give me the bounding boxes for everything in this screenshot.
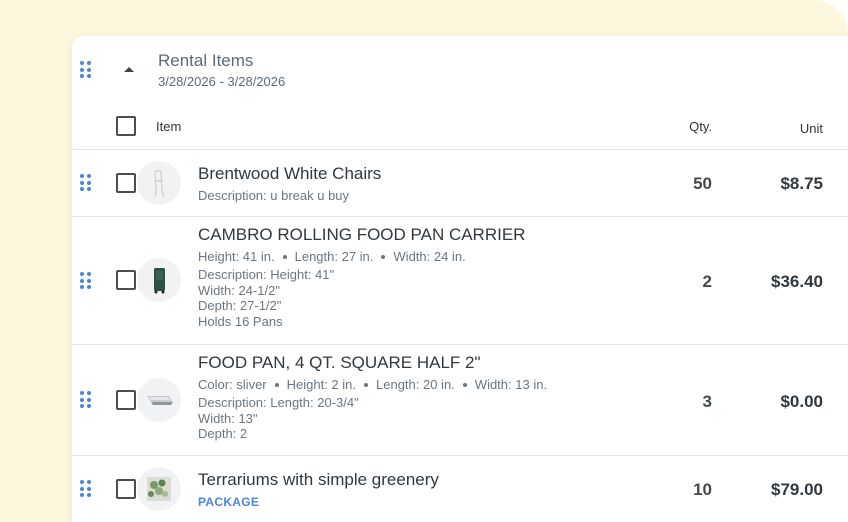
item-description: Description: Height: 41"	[198, 267, 335, 282]
item-qty: 2	[702, 272, 712, 291]
item-qty: 10	[693, 480, 712, 499]
item-dimensions: Color: sliver Height: 2 in. Length: 20 in.…	[198, 377, 547, 393]
food-pan-thumbnail	[137, 378, 181, 422]
item-description: Description: Length: 20-3/4"	[198, 395, 359, 410]
item-description-line: Depth: 2	[198, 426, 248, 441]
item-name[interactable]: FOOD PAN, 4 QT. SQUARE HALF 2"	[198, 353, 481, 373]
item-qty: 3	[702, 392, 712, 411]
column-header-item: Item	[156, 119, 182, 134]
separator-dot	[274, 382, 279, 387]
item-dimensions: Height: 41 in. Length: 27 in. Width: 24 in…	[198, 249, 466, 265]
separator-dot	[381, 254, 386, 259]
item-unit-price: $0.00	[780, 392, 823, 411]
dimension-height: Height: 2 in.	[286, 377, 356, 392]
food-carrier-thumbnail	[137, 258, 181, 302]
column-header-unit: Unit	[799, 121, 823, 136]
table-row[interactable]: Brentwood White Chairs Description: u br…	[72, 150, 848, 216]
item-name[interactable]: Brentwood White Chairs	[198, 164, 381, 184]
item-qty: 50	[693, 174, 712, 193]
dimension-height: Height: 41 in.	[198, 249, 275, 264]
select-all-checkbox[interactable]	[116, 116, 136, 136]
dimension-length: Length: 27 in.	[294, 249, 374, 264]
item-color: Color: sliver	[198, 377, 267, 392]
group-title: Rental Items	[158, 51, 254, 70]
dimension-width: Width: 24 in.	[393, 249, 466, 264]
separator-dot	[462, 382, 467, 387]
row-checkbox[interactable]	[116, 270, 136, 290]
white-chair-thumbnail	[137, 161, 181, 205]
package-badge: PACKAGE	[198, 495, 260, 509]
row-checkbox[interactable]	[116, 173, 136, 193]
column-header-qty: Qty.	[689, 119, 712, 134]
dimension-width: Width: 13 in.	[474, 377, 548, 392]
group-drag-handle-icon[interactable]	[80, 61, 91, 79]
rental-items-panel: Rental Items 3/28/2026 - 3/28/2026 Item …	[72, 36, 848, 522]
item-unit-price: $36.40	[771, 272, 823, 291]
item-description-line: Holds 16 Pans	[198, 313, 283, 329]
item-description-line: Depth: 27-1/2"	[198, 298, 282, 313]
group-dates: 3/28/2026 - 3/28/2026	[158, 74, 286, 89]
item-description: Description: u break u buy	[198, 188, 350, 203]
row-drag-handle-icon[interactable]	[80, 174, 91, 192]
separator-dot	[282, 254, 287, 259]
table-row[interactable]: CAMBRO ROLLING FOOD PAN CARRIER Height: …	[72, 217, 848, 344]
separator-dot	[364, 382, 368, 387]
row-drag-handle-icon[interactable]	[80, 391, 91, 409]
collapse-caret-icon[interactable]	[124, 67, 134, 72]
table-row[interactable]: Terrariums with simple greenery PACKAGE …	[72, 456, 848, 522]
item-unit-price: $79.00	[771, 480, 823, 499]
item-name[interactable]: Terrariums with simple greenery	[198, 470, 439, 490]
row-drag-handle-icon[interactable]	[80, 480, 91, 498]
dimension-length: Length: 20 in.	[376, 377, 455, 392]
item-name[interactable]: CAMBRO ROLLING FOOD PAN CARRIER	[198, 225, 525, 245]
terrarium-thumbnail	[137, 467, 181, 511]
item-description-line: Width: 24-1/2"	[198, 282, 280, 298]
row-checkbox[interactable]	[116, 390, 136, 410]
item-unit-price: $8.75	[780, 174, 823, 193]
row-drag-handle-icon[interactable]	[80, 272, 91, 290]
item-description-line: Width: 13"	[198, 410, 258, 426]
row-checkbox[interactable]	[116, 479, 136, 499]
table-row[interactable]: FOOD PAN, 4 QT. SQUARE HALF 2" Color: sl…	[72, 345, 848, 455]
